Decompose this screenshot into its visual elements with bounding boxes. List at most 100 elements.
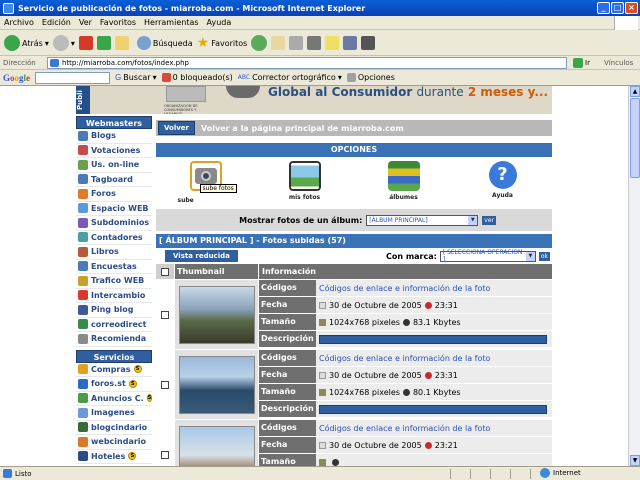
print-icon[interactable] — [289, 36, 304, 50]
mail-icon[interactable] — [271, 36, 286, 50]
menu-archivo[interactable]: Archivo — [4, 18, 34, 27]
option-mis-fotos-label: mis fotos — [288, 194, 321, 201]
codes-link[interactable]: Códigos de enlace e información de la fo… — [316, 420, 552, 436]
album-select[interactable]: [ÁLBUM PRINCIPAL] ▼ — [366, 214, 479, 226]
sidebar-item-hoteles[interactable]: Hoteles S — [76, 450, 152, 464]
back-button[interactable]: Atrás ▾ — [4, 35, 49, 51]
maximize-button[interactable]: □ — [611, 2, 624, 14]
codes-link[interactable]: Códigos de enlace e información de la fo… — [316, 280, 552, 296]
popup-blocker[interactable]: 0 bloqueado(s) — [161, 73, 233, 82]
photo-date: 30 de Octubre de 2005 — [329, 440, 422, 450]
sidebar-item-anuncios-c[interactable]: Anuncios C. S — [76, 392, 153, 406]
sidebar-item-label: Encuestas — [91, 261, 137, 271]
ie-app-icon — [3, 2, 14, 14]
sidebar-item-foros-st[interactable]: foros.st S — [76, 377, 152, 392]
sidebar-item-tagboard[interactable]: Tagboard — [76, 173, 152, 187]
sidebar-item-encuestas[interactable]: Encuestas — [76, 260, 152, 274]
sidebar-item-label: Tagboard — [91, 174, 133, 184]
photo-thumbnail[interactable] — [178, 285, 255, 344]
photo-thumbnail[interactable] — [178, 355, 255, 414]
tagboard-icon — [78, 174, 88, 185]
close-button[interactable]: × — [625, 2, 638, 14]
description-field[interactable] — [319, 404, 547, 414]
sidebar-item-foros[interactable]: Foros — [76, 187, 152, 202]
sidebar-item-espacio-web[interactable]: Espacio WEB — [76, 202, 152, 216]
volver-button[interactable]: Volver — [158, 121, 196, 135]
option-sube-fotos[interactable]: sube sube fotos — [176, 161, 237, 204]
sidebar-item-blogcindario[interactable]: blogcindario — [76, 421, 152, 435]
tamano-key: Tamaño — [258, 384, 316, 400]
sidebar-item-blogs[interactable]: Blogs — [76, 129, 152, 144]
sidebar-item-compras[interactable]: Compras S — [76, 363, 152, 377]
option-ayuda[interactable]: ? Ayuda — [473, 161, 533, 199]
photo-date: 30 de Octubre de 2005 — [329, 370, 422, 380]
sidebar-item-subdominios[interactable]: Subdominios — [76, 216, 152, 231]
refresh-icon[interactable] — [96, 36, 111, 50]
scroll-down-arrow[interactable]: ▼ — [630, 455, 640, 466]
operation-select[interactable]: [ SELECCIONA OPERACION ] ▼ — [439, 249, 536, 263]
options-icon — [346, 73, 356, 82]
intercambio-icon — [78, 290, 88, 301]
volver-bar: Volver Volver a la página principal de m… — [156, 120, 552, 136]
search-button[interactable]: Búsqueda — [136, 36, 193, 50]
description-field[interactable] — [319, 334, 547, 344]
sidebar-item-ping-blog[interactable]: Ping blog — [76, 303, 152, 318]
ver-button[interactable]: ver — [482, 215, 496, 225]
menu-ayuda[interactable]: Ayuda — [207, 18, 232, 27]
stop-icon[interactable] — [78, 36, 93, 50]
home-icon[interactable] — [114, 36, 129, 50]
google-search-input[interactable] — [35, 71, 111, 84]
google-options-button[interactable]: Opciones — [346, 73, 395, 82]
photo-select-checkbox[interactable] — [161, 310, 169, 319]
libros-icon — [78, 246, 88, 257]
favorites-button[interactable]: ★ Favoritos — [197, 35, 248, 51]
address-input[interactable]: http://miarroba.com/fotos/index.php — [47, 56, 567, 69]
photo-select-checkbox[interactable] — [161, 380, 169, 389]
sidebar-item-webcindario[interactable]: webcindario — [76, 435, 152, 450]
select-all-checkbox[interactable] — [161, 267, 169, 276]
edit-icon[interactable] — [307, 36, 322, 50]
sidebar-item-contadores[interactable]: Contadores — [76, 231, 152, 245]
forward-button[interactable]: ▾ — [52, 35, 75, 51]
scroll-up-arrow[interactable]: ▲ — [630, 86, 640, 97]
google-search-button[interactable]: G Buscar ▾ — [115, 73, 157, 82]
codes-link[interactable]: Códigos de enlace e información de la fo… — [316, 350, 552, 366]
menu-favoritos[interactable]: Favoritos — [100, 18, 136, 27]
sidebar-item-imagenes[interactable]: Imagenes — [76, 406, 152, 421]
foros-st-icon — [78, 378, 88, 389]
sidebar-item-label: Contadores — [91, 232, 143, 242]
weight-icon — [402, 388, 410, 396]
go-arrow-icon — [573, 57, 583, 68]
ad-banner[interactable]: Publi ORGANIZACIÓN DE CONSUMIDORES Y USU… — [76, 86, 552, 114]
go-button[interactable]: Ir — [573, 57, 590, 68]
menu-herramientas[interactable]: Herramientas — [144, 18, 199, 27]
menu-ver[interactable]: Ver — [79, 18, 92, 27]
sidebar-item-trafico-web[interactable]: Trafico WEB — [76, 274, 152, 289]
sidebar-item-recomienda[interactable]: Recomienda — [76, 332, 152, 347]
option-albumes[interactable]: álbumes — [374, 161, 434, 201]
option-mis-fotos[interactable]: mis fotos — [275, 161, 335, 201]
scroll-thumb[interactable] — [630, 98, 640, 178]
sidebar-item-libros[interactable]: Libros — [76, 245, 152, 260]
photo-thumbnail[interactable] — [178, 425, 255, 466]
photo-select-checkbox[interactable] — [161, 450, 169, 459]
sidebar-item-votaciones[interactable]: Votaciones — [76, 144, 152, 158]
sidebar-item-correodirect[interactable]: correodirect — [76, 318, 152, 332]
sidebar-item-intercambio[interactable]: Intercambio — [76, 289, 152, 303]
vertical-scrollbar[interactable]: ▲ ▼ — [628, 86, 640, 466]
sidebar-item-us-on-line[interactable]: Us. on-line — [76, 158, 152, 173]
links-label[interactable]: Vínculos — [604, 59, 633, 67]
menu-edicion[interactable]: Edición — [42, 18, 71, 27]
minimize-button[interactable]: _ — [597, 2, 610, 14]
history-icon[interactable] — [251, 35, 268, 51]
discuss-icon[interactable] — [325, 36, 340, 50]
research-icon[interactable] — [343, 36, 358, 50]
volver-text[interactable]: Volver a la página principal de miarroba… — [201, 124, 404, 133]
google-logo[interactable]: Google — [3, 73, 30, 83]
messenger-icon[interactable] — [361, 36, 376, 50]
ok-button[interactable]: ok — [538, 251, 550, 261]
albums-stack-icon — [387, 161, 420, 191]
vista-reducida-button[interactable]: Vista reducida — [165, 250, 238, 262]
blogcindario-icon — [78, 422, 88, 433]
spellcheck-button[interactable]: ABC Corrector ortográfico ▾ — [238, 73, 342, 82]
